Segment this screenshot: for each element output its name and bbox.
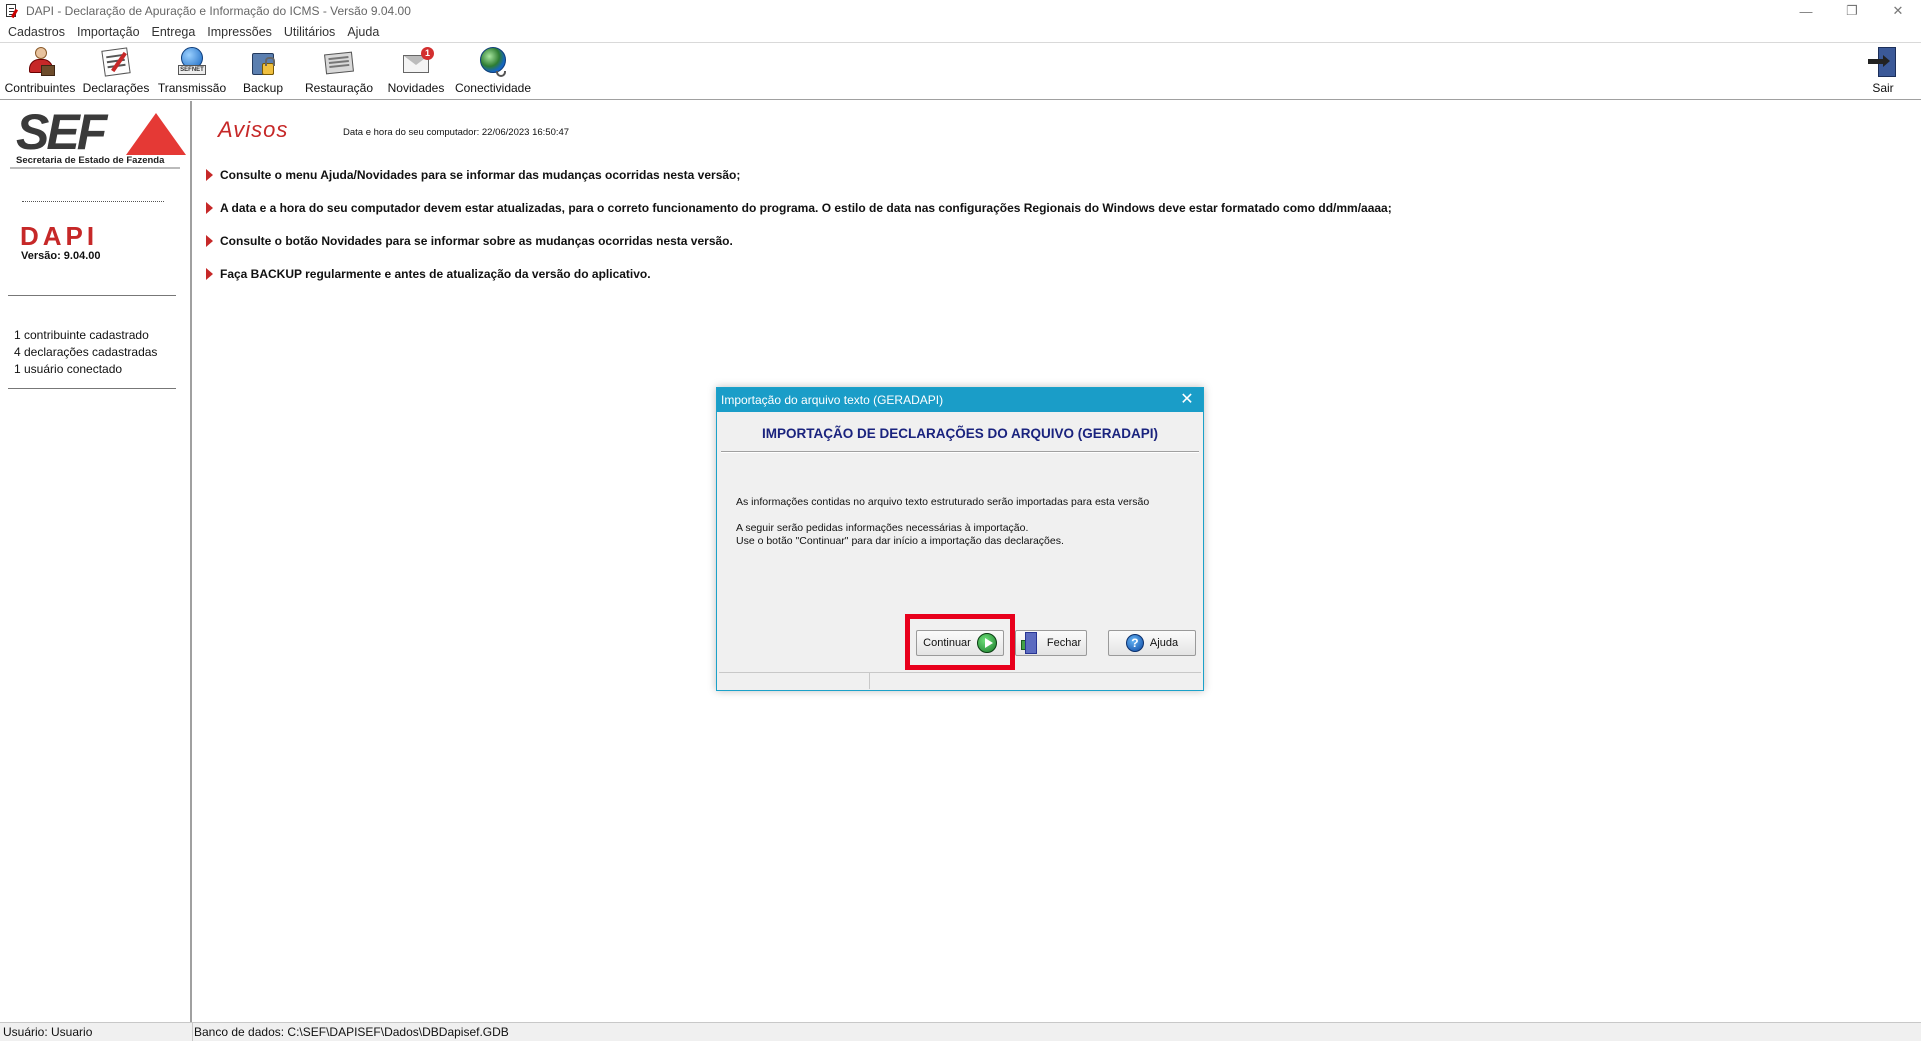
novidades-label: Novidades: [387, 81, 445, 95]
toolbar: Contribuintes Declarações SEFNET Transmi…: [0, 42, 1921, 100]
sidebar-divider: [8, 295, 176, 296]
app-version: Versão: 9.04.00: [21, 250, 101, 262]
minimize-button[interactable]: —: [1783, 0, 1829, 22]
transmission-plate: SEFNET: [178, 65, 206, 75]
dialog-titlebar[interactable]: Importação do arquivo texto (GERADAPI) ✕: [717, 388, 1203, 412]
dialog-info-line: A seguir serão pedidas informações neces…: [736, 522, 1029, 534]
news-envelope-icon: 1: [399, 45, 434, 79]
dialog-info-line: Use o botão "Continuar" para dar início …: [736, 535, 1064, 547]
sidebar-divider: [8, 388, 176, 389]
notice-item: Consulte o botão Novidades para se infor…: [206, 234, 733, 248]
notice-text: Consulte o menu Ajuda/Novidades para se …: [220, 168, 741, 182]
status-bar: Usuário: Usuario Banco de dados: C:\SEF\…: [0, 1022, 1921, 1041]
transmissao-label: Transmissão: [157, 81, 227, 95]
backup-button[interactable]: Backup: [236, 45, 290, 99]
notice-text: A data e a hora do seu computador devem …: [220, 201, 1392, 215]
declaracoes-label: Declarações: [82, 81, 150, 95]
sair-label: Sair: [1872, 81, 1894, 95]
continuar-label: Continuar: [923, 637, 971, 649]
contribuinte-icon: [23, 45, 57, 79]
app-name: DAPI: [20, 221, 99, 251]
continuar-button[interactable]: Continuar: [916, 630, 1004, 656]
contribuintes-button[interactable]: Contribuintes: [5, 45, 75, 99]
app-icon: [4, 3, 20, 19]
notice-item: Faça BACKUP regularmente e antes de atua…: [206, 267, 651, 281]
dotted-divider: [22, 201, 164, 202]
red-arrow-icon: [206, 268, 213, 280]
transmission-globe-icon: SEFNET: [175, 45, 209, 79]
play-arrow-icon: [976, 633, 997, 653]
window-controls: — ❐ ✕: [1783, 0, 1921, 22]
sef-logo-triangle: [126, 113, 186, 155]
dialog-status-bar: [719, 672, 1201, 689]
connectivity-globe-icon: [476, 45, 510, 79]
notice-text: Consulte o botão Novidades para se infor…: [220, 234, 733, 248]
notice-item: A data e a hora do seu computador devem …: [206, 201, 1392, 215]
menu-bar: Cadastros Importação Entrega Impressões …: [0, 22, 1921, 42]
page-title: Avisos: [218, 117, 289, 142]
stat-declaracoes: 4 declarações cadastradas: [14, 345, 158, 359]
sef-logo-letters: SEF: [16, 104, 107, 160]
status-user: Usuário: Usuario: [3, 1025, 93, 1039]
exit-door-icon: [1866, 45, 1900, 79]
menu-importacao[interactable]: Importação: [71, 25, 146, 39]
notice-text: Faça BACKUP regularmente e antes de atua…: [220, 267, 651, 281]
transmissao-button[interactable]: SEFNET Transmissão: [157, 45, 227, 99]
menu-ajuda[interactable]: Ajuda: [341, 25, 385, 39]
restore-icon: [322, 45, 356, 79]
sef-logo: SEF Secretaria de Estado de Fazenda: [10, 104, 186, 169]
help-icon: ?: [1125, 634, 1144, 652]
ajuda-label: Ajuda: [1149, 637, 1179, 649]
restauracao-button[interactable]: Restauração: [304, 45, 374, 99]
backup-lock-icon: [246, 45, 280, 79]
dialog-title: Importação do arquivo texto (GERADAPI): [721, 393, 944, 407]
status-separator: [192, 1023, 193, 1041]
dialog-divider: [721, 451, 1199, 453]
import-dialog: Importação do arquivo texto (GERADAPI) ✕…: [716, 387, 1204, 691]
fechar-button[interactable]: Fechar: [1015, 630, 1087, 656]
fechar-label: Fechar: [1046, 637, 1082, 649]
stat-usuarios: 1 usuário conectado: [14, 362, 123, 376]
notice-item: Consulte o menu Ajuda/Novidades para se …: [206, 168, 740, 182]
restore-button[interactable]: ❐: [1829, 0, 1875, 22]
window-title: DAPI - Declaração de Apuração e Informaç…: [26, 4, 411, 18]
menu-cadastros[interactable]: Cadastros: [2, 25, 71, 39]
ajuda-button[interactable]: ? Ajuda: [1108, 630, 1196, 656]
declaration-icon: [99, 45, 133, 79]
dialog-heading: IMPORTAÇÃO DE DECLARAÇÕES DO ARQUIVO (GE…: [761, 426, 1158, 441]
close-window-button[interactable]: ✕: [1875, 0, 1921, 22]
dialog-info-line: As informações contidas no arquivo texto…: [736, 496, 1150, 508]
menu-entrega[interactable]: Entrega: [146, 25, 202, 39]
news-badge: 1: [421, 47, 434, 60]
novidades-button[interactable]: 1 Novidades: [386, 45, 446, 99]
red-arrow-icon: [206, 235, 213, 247]
computer-datetime: Data e hora do seu computador: 22/06/202…: [343, 127, 570, 138]
door-exit-icon: [1020, 632, 1039, 654]
sef-logo-subtitle: Secretaria de Estado de Fazenda: [16, 155, 165, 166]
contribuintes-label: Contribuintes: [4, 81, 76, 95]
menu-impressoes[interactable]: Impressões: [201, 25, 278, 39]
left-panel: SEF Secretaria de Estado de Fazenda DAPI…: [0, 101, 192, 1022]
stat-contribuintes: 1 contribuinte cadastrado: [14, 328, 149, 342]
stats-list: 1 contribuinte cadastrado 4 declarações …: [14, 327, 157, 378]
declaracoes-button[interactable]: Declarações: [82, 45, 150, 99]
conectividade-button[interactable]: Conectividade: [454, 45, 532, 99]
title-bar: DAPI - Declaração de Apuração e Informaç…: [0, 0, 1921, 22]
dialog-close-icon[interactable]: ✕: [1177, 390, 1197, 410]
restauracao-label: Restauração: [304, 81, 374, 95]
status-database: Banco de dados: C:\SEF\DAPISEF\Dados\DBD…: [194, 1025, 509, 1039]
red-arrow-icon: [206, 202, 213, 214]
sef-logo-underline: [10, 167, 180, 169]
menu-utilitarios[interactable]: Utilitários: [278, 25, 341, 39]
red-arrow-icon: [206, 169, 213, 181]
conectividade-label: Conectividade: [454, 81, 532, 95]
sair-button[interactable]: Sair: [1862, 45, 1904, 99]
backup-label: Backup: [242, 81, 284, 95]
